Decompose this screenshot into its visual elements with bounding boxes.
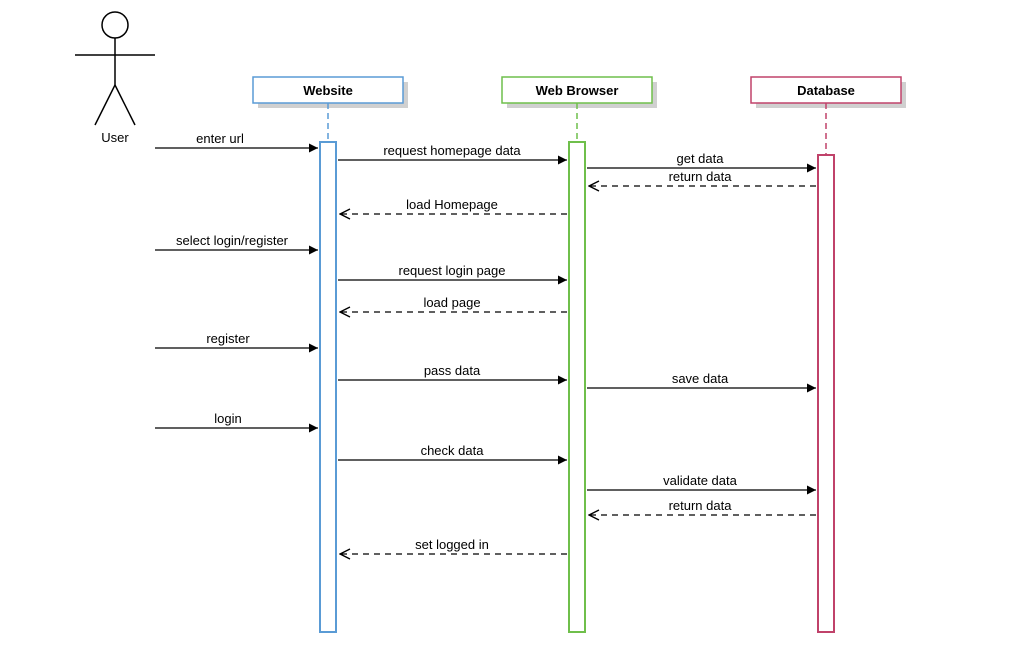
activation-website [320,142,336,632]
participant-browser-label: Web Browser [536,83,619,98]
message-pass-data: pass data [338,363,567,380]
message-label: pass data [424,363,481,378]
message-label: save data [672,371,729,386]
message-select-login-register: select login/register [155,233,318,250]
participant-database: Database [751,77,906,155]
participant-database-label: Database [797,83,855,98]
message-login: login [155,411,318,428]
message-save-data: save data [587,371,816,388]
message-label: load page [423,295,480,310]
activation-browser [569,142,585,632]
message-request-homepage-data: request homepage data [338,143,567,160]
message-load-homepage: load Homepage [340,197,567,214]
message-label: request homepage data [383,143,521,158]
message-label: select login/register [176,233,289,248]
message-label: login [214,411,241,426]
message-enter-url: enter url [155,131,318,148]
participant-browser: Web Browser [502,77,657,142]
message-label: return data [669,498,733,513]
message-set-logged-in: set logged in [340,537,567,554]
participant-website: Website [253,77,408,142]
message-register: register [155,331,318,348]
message-get-data: get data [587,151,816,168]
message-label: register [206,331,250,346]
actor-user: User [75,12,155,145]
message-label: load Homepage [406,197,498,212]
sequence-diagram: User Website Web Browser Database enter … [0,0,1024,652]
message-label: get data [677,151,725,166]
message-validate-data: validate data [587,473,816,490]
activation-database [818,155,834,632]
message-return-data-2: return data [589,498,816,515]
message-label: request login page [399,263,506,278]
message-return-data-1: return data [589,169,816,186]
message-load-page: load page [340,295,567,312]
message-request-login-page: request login page [338,263,567,280]
actor-label: User [101,130,129,145]
participant-website-label: Website [303,83,353,98]
message-label: validate data [663,473,737,488]
message-label: enter url [196,131,244,146]
message-label: set logged in [415,537,489,552]
message-label: check data [421,443,485,458]
message-label: return data [669,169,733,184]
message-check-data: check data [338,443,567,460]
